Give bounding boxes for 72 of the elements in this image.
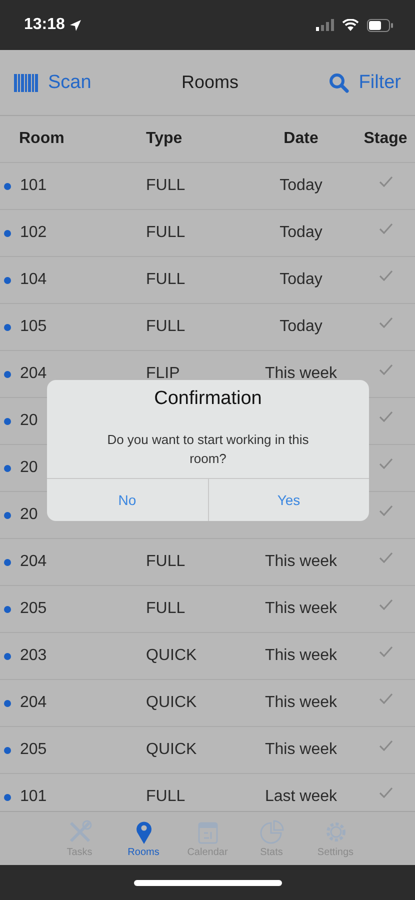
table-cell: 20 — [20, 459, 38, 477]
table-cell: 205 — [20, 741, 47, 759]
table-row[interactable]: 105 FULL Today — [0, 304, 415, 351]
table-row[interactable]: 104 FULL Today — [0, 257, 415, 304]
status-dot — [4, 464, 11, 472]
column-header: Date — [282, 130, 320, 148]
table-cell: 204 — [20, 694, 47, 712]
status-dot — [4, 794, 11, 800]
table-cell: 204 — [20, 553, 47, 571]
table-cell: Today — [280, 271, 322, 289]
wifi-icon — [342, 19, 359, 31]
table-cell: QUICK — [146, 741, 197, 759]
table-cell: This week — [264, 694, 338, 712]
table-cell: QUICK — [146, 647, 197, 665]
status-dot — [4, 324, 11, 330]
table-row[interactable]: 102 FULL Today — [0, 210, 415, 257]
table-cell: FULL — [146, 318, 186, 336]
screen-title: Rooms — [182, 72, 239, 93]
table-cell: This week — [264, 600, 338, 618]
table-cell: 104 — [20, 271, 47, 289]
table-row[interactable]: 204 FULL This week — [0, 539, 415, 586]
column-header: Type — [146, 130, 184, 148]
status-dot — [4, 606, 11, 612]
table-cell: 101 — [20, 788, 47, 806]
table-cell: This week — [264, 741, 338, 759]
status-dot — [4, 558, 11, 566]
status-dot — [4, 182, 11, 190]
dialog-message: Do you want to start working in this room? — [106, 431, 310, 468]
status-dot — [4, 652, 11, 660]
table-cell: FULL — [146, 600, 186, 618]
table-cell: 20 — [20, 412, 38, 430]
search-icon — [328, 72, 349, 92]
table-cell: 101 — [20, 177, 47, 195]
status-dot — [4, 370, 11, 378]
table-cell: FULL — [146, 788, 186, 806]
table-cell: 105 — [20, 318, 47, 336]
table-cell: This week — [264, 365, 338, 383]
table-row[interactable]: 204 QUICK This week — [0, 680, 415, 727]
column-header: Room — [18, 130, 66, 148]
table-row[interactable]: 101 FULL Today — [0, 163, 415, 210]
table-cell: FULL — [146, 553, 186, 571]
status-dot — [4, 276, 11, 284]
battery-icon — [367, 18, 393, 32]
table-cell: QUICK — [146, 694, 197, 712]
status-dot — [4, 746, 11, 754]
status-dot — [4, 230, 11, 236]
table-row[interactable]: 205 QUICK This week — [0, 727, 415, 774]
table-cell: 204 — [20, 365, 47, 383]
table-row[interactable]: 205 FULL This week — [0, 586, 415, 633]
table-cell: FULL — [146, 177, 186, 195]
signal-icon — [316, 19, 334, 31]
status-dot — [4, 512, 11, 518]
column-header: Stage — [362, 130, 408, 148]
status-dot — [4, 418, 11, 424]
status-time: 13:18 — [24, 16, 65, 34]
status-dot — [4, 700, 11, 706]
table-cell: Last week — [264, 788, 338, 806]
table-cell: 203 — [20, 647, 47, 665]
table-cell: FULL — [146, 224, 186, 242]
table-cell: Today — [280, 318, 322, 336]
location-icon — [68, 18, 82, 32]
table-cell: Today — [280, 224, 322, 242]
table-cell: FLIP — [146, 365, 180, 383]
table-row[interactable]: 203 QUICK This week — [0, 633, 415, 680]
table-cell: FULL — [146, 271, 186, 289]
barcode-icon — [14, 74, 38, 92]
table-cell: 20 — [20, 506, 38, 524]
table-cell: Today — [280, 177, 322, 195]
table-cell: This week — [264, 553, 338, 571]
table-cell: 102 — [20, 224, 47, 242]
table-cell: This week — [264, 647, 338, 665]
table-cell: 205 — [20, 600, 47, 618]
